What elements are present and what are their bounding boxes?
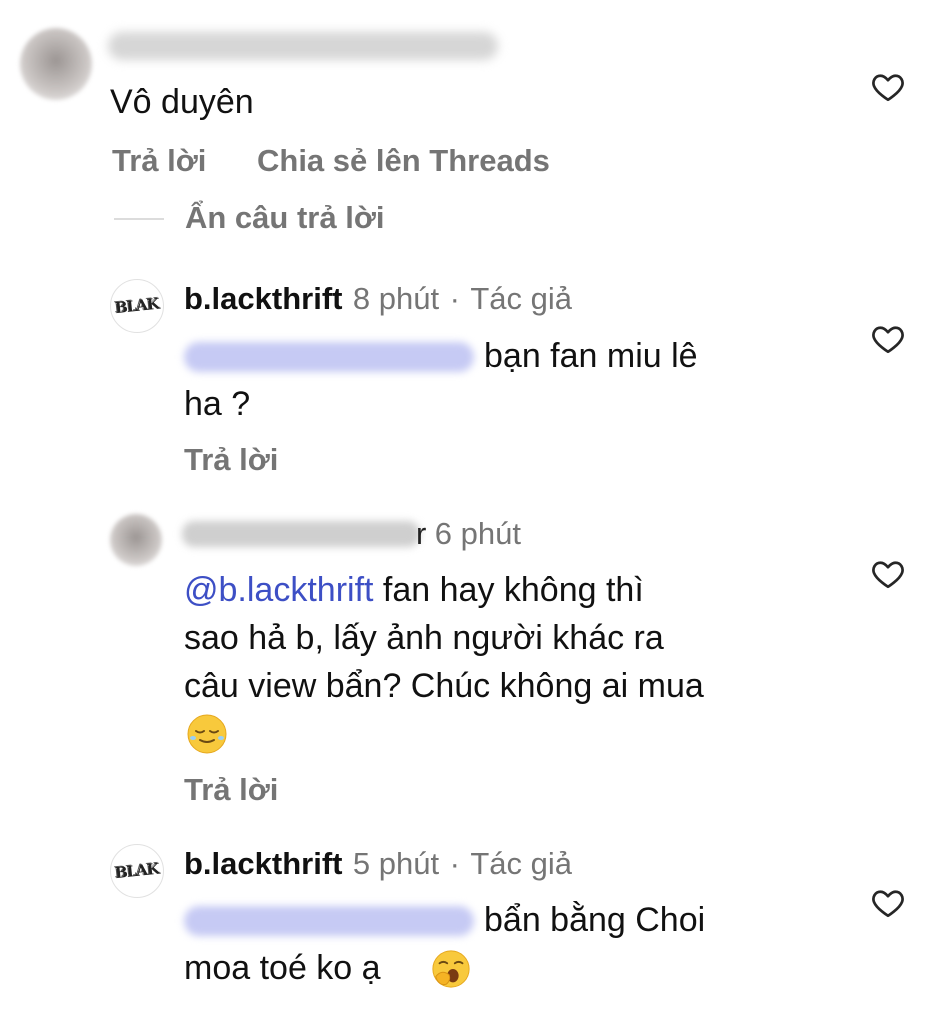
author-badge: Tác giả	[470, 281, 573, 316]
mention-link[interactable]: @b.lackthrift	[184, 571, 373, 609]
separator: ·	[449, 281, 460, 316]
heart-outline-icon[interactable]	[870, 69, 906, 105]
reply-header: b.lackthrift 8 phút · Tác giả	[184, 281, 572, 317]
reply-button[interactable]: Trả lời	[184, 772, 278, 808]
username[interactable]: b.lackthrift	[184, 846, 342, 881]
timestamp: 6 phút	[434, 516, 521, 551]
reply-text: sao hả b, lấy ảnh người khác ra	[184, 619, 664, 657]
reply-text: @b.lackthrift fan hay không thì	[184, 571, 644, 609]
mention-redacted[interactable]	[184, 906, 474, 936]
comment-text: Vô duyên	[110, 83, 254, 121]
timestamp: 5 phút	[352, 846, 440, 881]
replies-divider	[114, 218, 164, 220]
smiling-face-with-sweat-emoji	[187, 714, 227, 754]
separator: ·	[449, 846, 460, 881]
yawning-face-emoji	[432, 950, 470, 988]
avatar[interactable]: BLAK	[110, 844, 164, 898]
mention-redacted[interactable]	[184, 342, 474, 372]
avatar-logo: BLAK	[114, 859, 160, 883]
reply-header: r 6 phút	[416, 516, 521, 552]
reply-text: ha ?	[184, 385, 251, 423]
share-to-threads-button[interactable]: Chia sẻ lên Threads	[257, 143, 550, 179]
heart-outline-icon[interactable]	[870, 556, 906, 592]
avatar-logo: BLAK	[114, 294, 160, 318]
reply-text: câu view bẩn? Chúc không ai mua	[184, 667, 704, 705]
reply-button[interactable]: Trả lời	[112, 143, 206, 179]
heart-outline-icon[interactable]	[870, 321, 906, 357]
reply-button[interactable]: Trả lời	[184, 442, 278, 478]
reply-text: bẩn bằng Choi	[484, 901, 706, 939]
username-suffix: r	[416, 516, 427, 551]
username-redacted[interactable]	[108, 32, 498, 60]
author-badge: Tác giả	[470, 846, 573, 881]
reply-text: moa toé ko ạ	[184, 949, 381, 987]
avatar[interactable]	[20, 28, 92, 100]
avatar[interactable]: BLAK	[110, 279, 164, 333]
hide-replies-button[interactable]: Ẩn câu trả lời	[185, 200, 384, 236]
username[interactable]: b.lackthrift	[184, 281, 342, 316]
reply-text: bạn fan miu lê	[484, 337, 698, 375]
reply-header: b.lackthrift 5 phút · Tác giả	[184, 846, 572, 882]
timestamp: 8 phút	[352, 281, 440, 316]
username-redacted[interactable]	[182, 521, 420, 547]
heart-outline-icon[interactable]	[870, 885, 906, 921]
avatar[interactable]	[110, 514, 162, 566]
